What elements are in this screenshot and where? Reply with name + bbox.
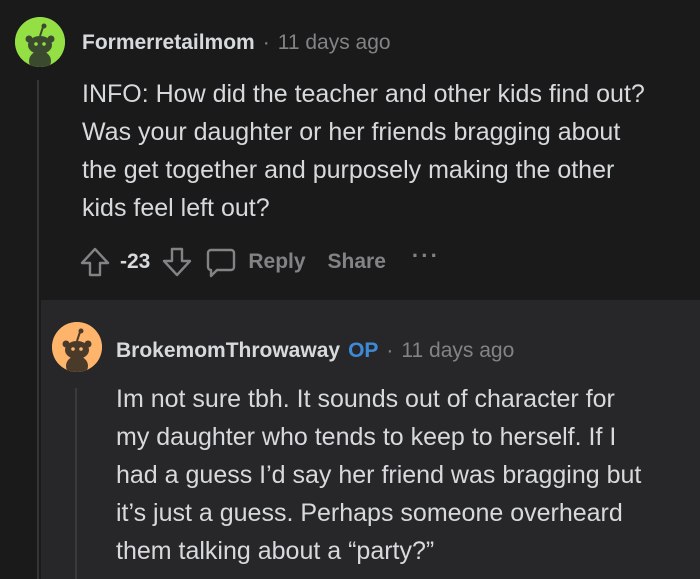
more-options-icon[interactable]: ··· [412, 243, 440, 269]
comment-body: INFO: How did the teacher and other kids… [82, 75, 692, 227]
comment-line: my daughter who tends to keep to herself… [116, 423, 617, 451]
comment-bubble-icon [204, 245, 238, 279]
comment-line: them talking about a “party?” [116, 537, 435, 565]
reply-label: Reply [248, 250, 306, 273]
comment-line: kids feel left out? [82, 194, 270, 222]
comment-line: Im not sure tbh. It sounds out of charac… [116, 385, 615, 413]
timestamp[interactable]: 11 days ago [278, 31, 391, 55]
op-badge: OP [348, 339, 379, 362]
timestamp[interactable]: 11 days ago [401, 339, 514, 363]
thread-collapse-line[interactable] [37, 80, 39, 579]
thread-collapse-line[interactable] [75, 388, 77, 579]
username[interactable]: Formerretailmom [82, 31, 255, 55]
comment-line: Was your daughter or her friends braggin… [82, 118, 621, 146]
comment-meta: Formerretailmom · 11 days ago [82, 29, 391, 57]
downvote-icon[interactable] [160, 245, 194, 279]
comment-line: INFO: How did the teacher and other kids… [82, 80, 645, 108]
snoo-avatar-icon [52, 322, 102, 372]
vote-score: -23 [120, 250, 151, 273]
comment-body: Im not sure tbh. It sounds out of charac… [116, 380, 691, 570]
comment-meta: BrokemomThrowaway OP · 11 days ago [116, 337, 514, 365]
comment-line: it’s just a guess. Perhaps someone overh… [116, 499, 623, 527]
meta-separator: · [386, 339, 394, 362]
share-button[interactable]: Share [328, 250, 386, 274]
upvote-icon[interactable] [78, 245, 112, 279]
username[interactable]: BrokemomThrowaway [116, 339, 340, 363]
share-label: Share [327, 250, 386, 273]
reply-button[interactable]: Reply [204, 245, 306, 279]
comment-action-bar: -23 Reply Share ··· [78, 240, 440, 284]
comment-line: had a guess I’d say her friend was bragg… [116, 461, 642, 489]
comment-line: the get together and purposely making th… [82, 156, 615, 184]
comment-thread: Formerretailmom · 11 days ago INFO: How … [0, 0, 700, 579]
avatar[interactable] [15, 17, 65, 67]
avatar[interactable] [52, 322, 102, 372]
snoo-avatar-icon [15, 17, 65, 67]
meta-separator: · [262, 31, 270, 54]
